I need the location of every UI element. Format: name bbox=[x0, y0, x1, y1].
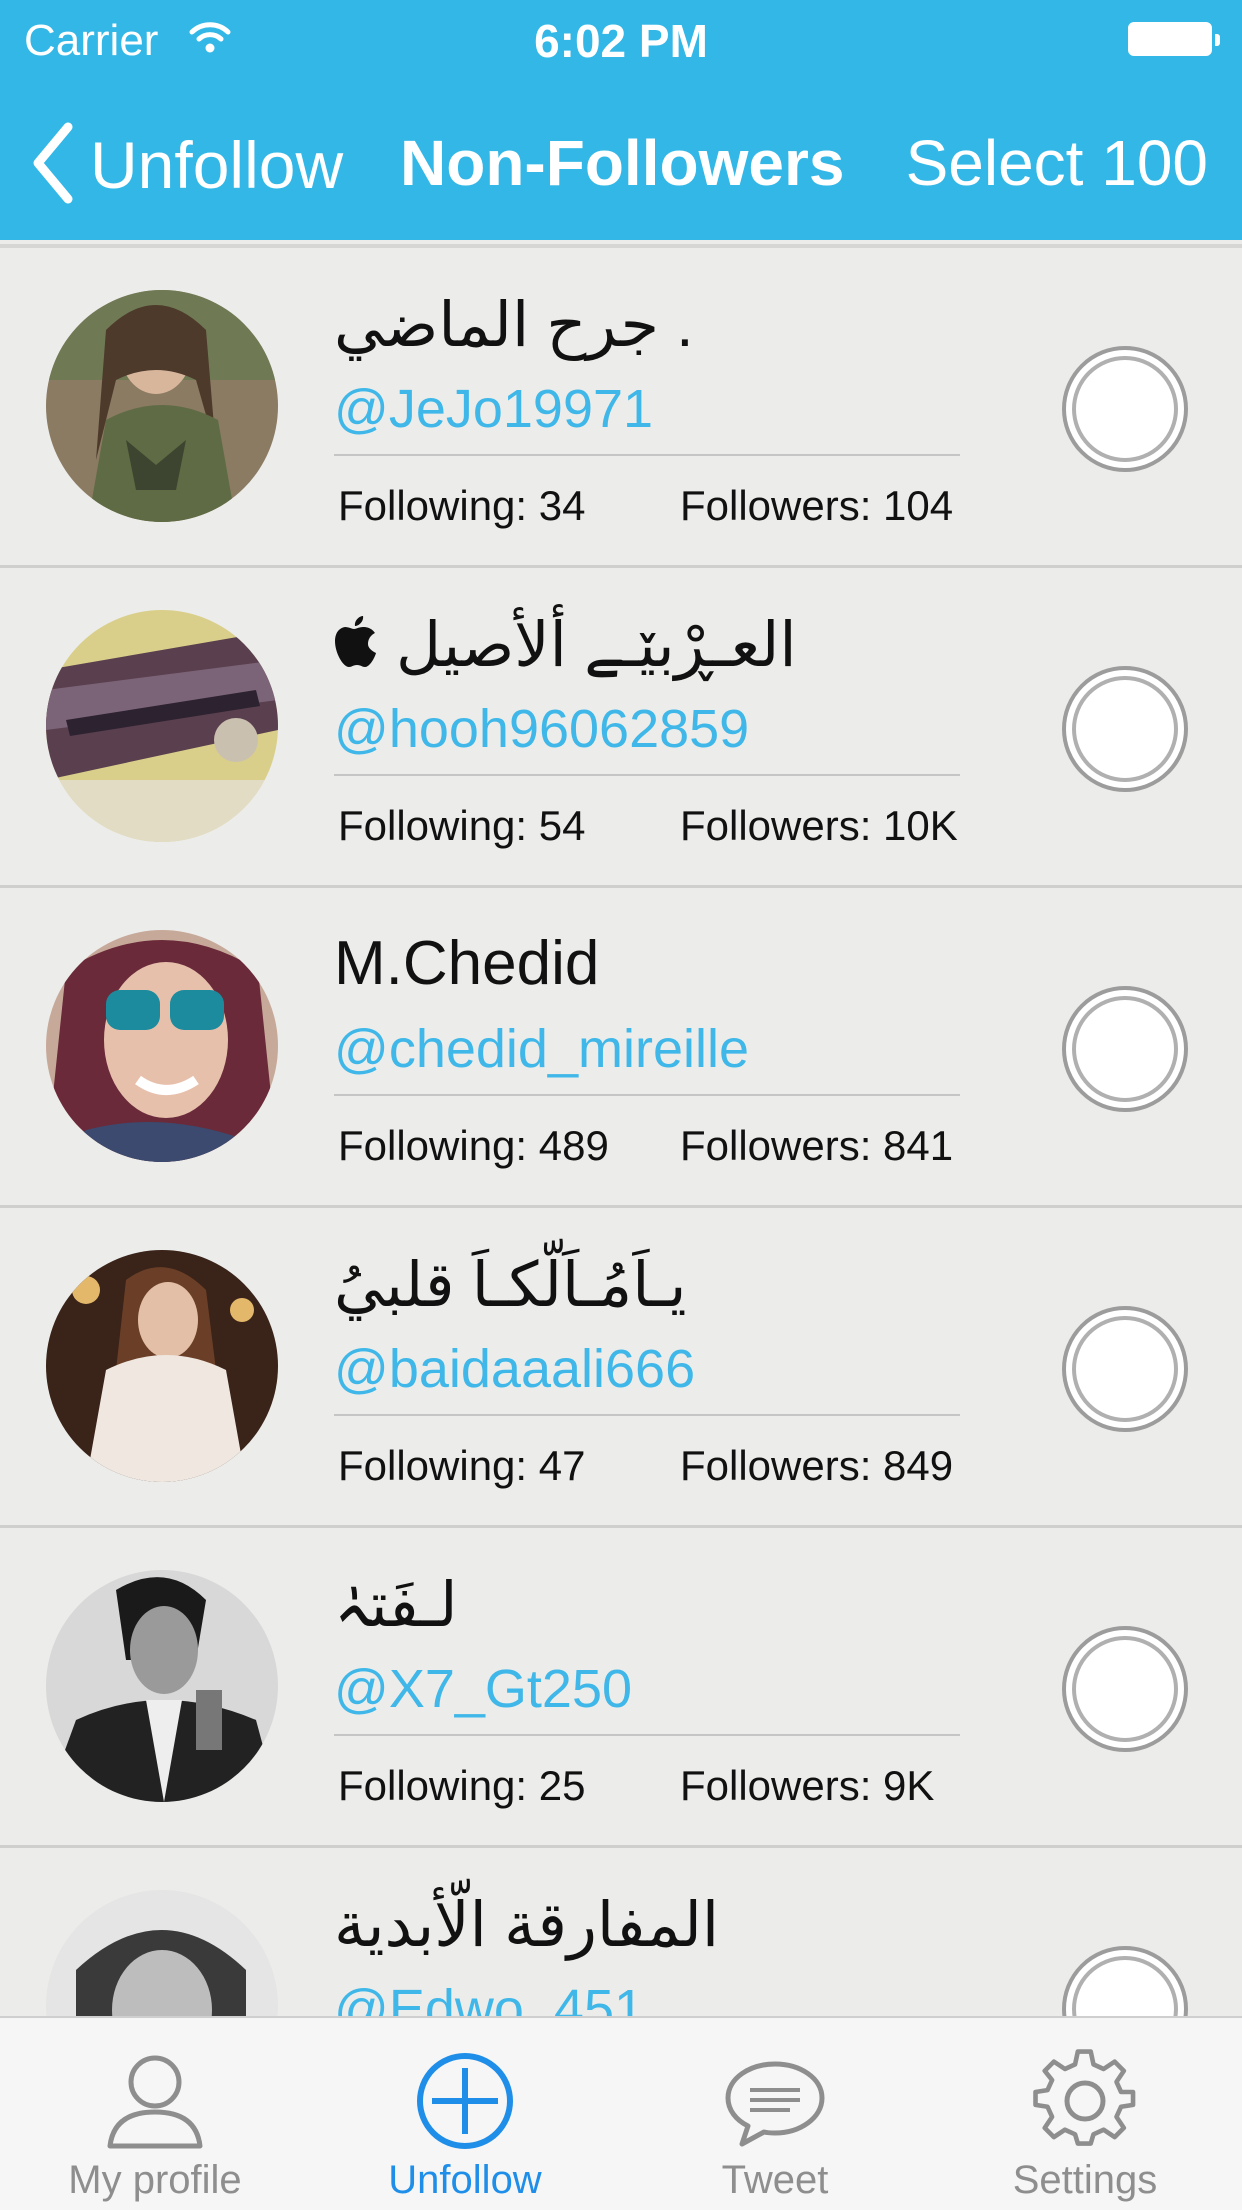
display-name: M.Chedid bbox=[334, 929, 600, 998]
avatar bbox=[46, 1890, 278, 2020]
speech-bubble-icon bbox=[620, 2046, 930, 2156]
divider bbox=[334, 1414, 960, 1416]
battery-icon bbox=[1128, 22, 1220, 60]
navigation-bar: Unfollow Non-Followers Select 100 bbox=[0, 100, 1242, 230]
followers-count: Followers: 104 bbox=[680, 482, 954, 529]
display-name: العـڕْبێـے ألأصيل bbox=[334, 608, 797, 685]
avatar bbox=[46, 290, 278, 522]
list-item[interactable]: المفارقة الّأبدية @Edwo_451 bbox=[0, 1848, 1242, 2020]
page-title: Non-Followers bbox=[400, 127, 845, 199]
divider bbox=[334, 1734, 960, 1736]
username: @hooh96062859 bbox=[334, 699, 750, 759]
tab-label: Settings bbox=[1012, 2158, 1158, 2202]
following-count: Following: 54 bbox=[338, 802, 586, 849]
following-count: Following: 47 bbox=[338, 1442, 586, 1489]
user-list: جرح الماضي . @JeJo19971 Following: 34 Fo… bbox=[0, 244, 1242, 2020]
select-radio[interactable] bbox=[1062, 1946, 1188, 2020]
username: @Edwo_451 bbox=[334, 1979, 645, 2020]
list-item[interactable]: جرح الماضي . @JeJo19971 Following: 34 Fo… bbox=[0, 248, 1242, 568]
followers-count: Followers: 10K bbox=[680, 802, 958, 849]
display-name: جرح الماضي . bbox=[334, 291, 694, 360]
list-item[interactable]: يـاَمُـاَلّكـاَ قلبيُ @baidaaali666 Foll… bbox=[0, 1208, 1242, 1528]
divider bbox=[334, 1094, 960, 1096]
following-count: Following: 34 bbox=[338, 482, 586, 529]
select-radio[interactable] bbox=[1062, 986, 1188, 1112]
display-name: لـفَتہٰ bbox=[334, 1571, 458, 1640]
username: @X7_Gt250 bbox=[334, 1659, 633, 1719]
tab-label: Tweet bbox=[721, 2158, 829, 2202]
followers-count: Followers: 849 bbox=[680, 1442, 954, 1489]
plus-circle-icon bbox=[310, 2046, 620, 2156]
chevron-left-icon bbox=[30, 121, 74, 210]
display-name: يـاَمُـاَلّكـاَ قلبيُ bbox=[334, 1251, 687, 1320]
select-100-button[interactable]: Select 100 bbox=[906, 126, 1208, 200]
select-radio[interactable] bbox=[1062, 346, 1188, 472]
select-radio[interactable] bbox=[1062, 666, 1188, 792]
select-radio[interactable] bbox=[1062, 1626, 1188, 1752]
following-count: Following: 489 bbox=[338, 1122, 609, 1169]
followers-count: Followers: 9K bbox=[680, 1762, 935, 1809]
select-radio[interactable] bbox=[1062, 1306, 1188, 1432]
tab-unfollow[interactable]: Unfollow bbox=[310, 2018, 620, 2210]
username: @baidaaali666 bbox=[334, 1339, 696, 1399]
top-bar: Carrier 6:02 PM Unfollow Non-Followers S… bbox=[0, 0, 1242, 240]
tab-label: My profile bbox=[68, 2158, 242, 2202]
list-item[interactable]: لـفَتہٰ @X7_Gt250 Following: 25 Follower… bbox=[0, 1528, 1242, 1848]
tab-settings[interactable]: Settings bbox=[930, 2018, 1240, 2210]
username: @JeJo19971 bbox=[334, 379, 654, 439]
status-bar: Carrier 6:02 PM bbox=[0, 0, 1242, 86]
divider bbox=[334, 454, 960, 456]
list-item[interactable]: M.Chedid @chedid_mireille Following: 489… bbox=[0, 888, 1242, 1208]
tab-tweet[interactable]: Tweet bbox=[620, 2018, 930, 2210]
back-label: Unfollow bbox=[90, 128, 344, 202]
person-icon bbox=[0, 2046, 310, 2156]
divider bbox=[334, 774, 960, 776]
list-item[interactable]: العـڕْبێـے ألأصيل @hooh96062859 Followin… bbox=[0, 568, 1242, 888]
back-button[interactable]: Unfollow bbox=[30, 120, 343, 210]
avatar bbox=[46, 1570, 278, 1802]
avatar bbox=[46, 610, 278, 842]
display-name: المفارقة الّأبدية bbox=[334, 1891, 720, 1960]
tab-bar: My profile Unfollow Tweet Settings bbox=[0, 2016, 1242, 2210]
apple-icon bbox=[334, 614, 382, 685]
display-name-text: العـڕْبێـے ألأصيل bbox=[396, 611, 797, 680]
avatar bbox=[46, 930, 278, 1162]
tab-label: Unfollow bbox=[388, 2158, 542, 2202]
followers-count: Followers: 841 bbox=[680, 1122, 954, 1169]
following-count: Following: 25 bbox=[338, 1762, 586, 1809]
gear-icon bbox=[930, 2046, 1240, 2156]
username: @chedid_mireille bbox=[334, 1019, 749, 1079]
tab-my-profile[interactable]: My profile bbox=[0, 2018, 310, 2210]
status-time: 6:02 PM bbox=[534, 15, 708, 67]
avatar bbox=[46, 1250, 278, 1482]
